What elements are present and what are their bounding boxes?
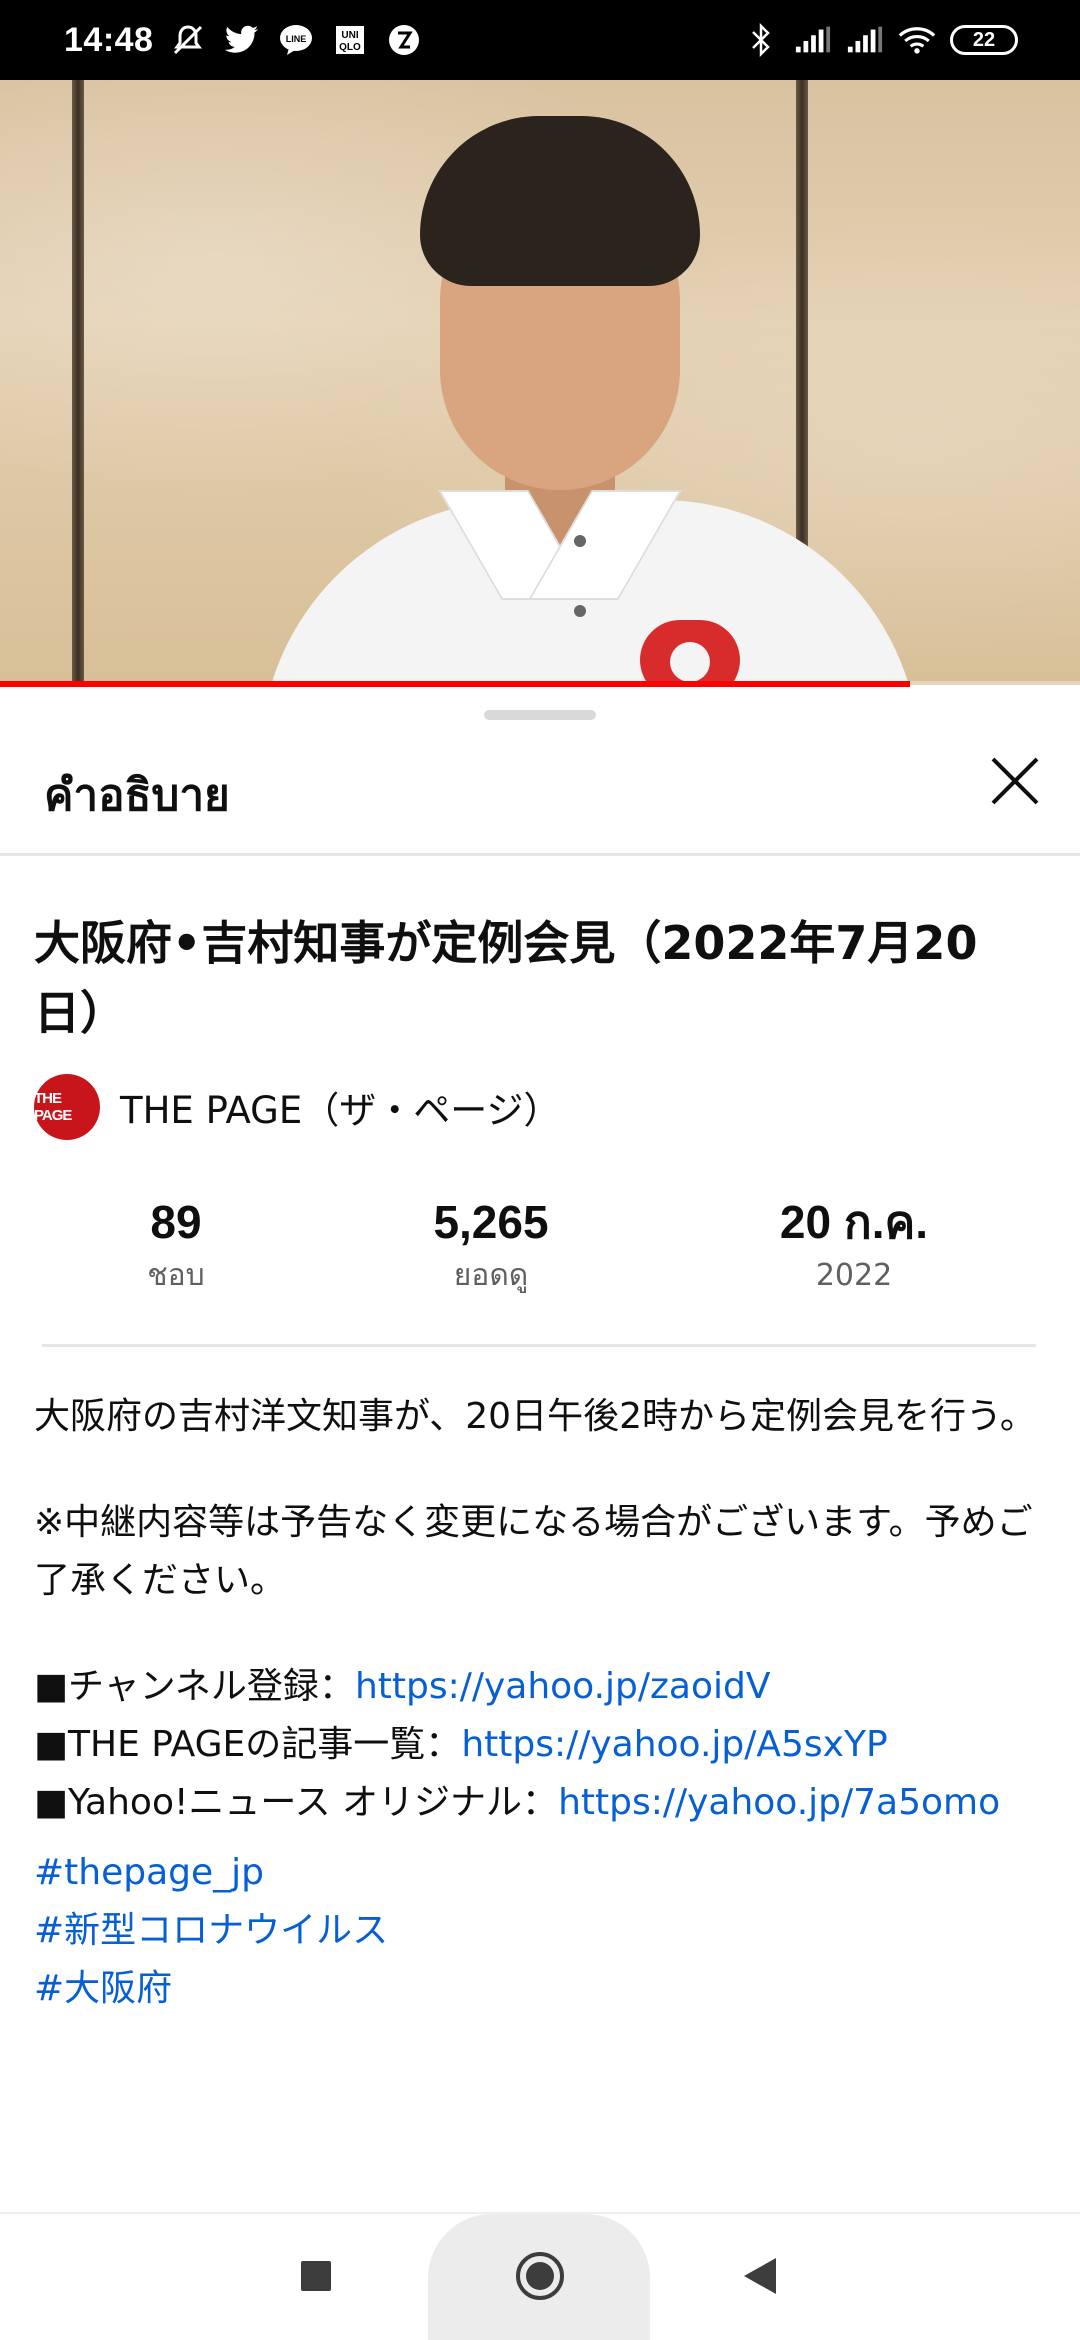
- home-icon: [514, 2250, 566, 2306]
- description-text: 大阪府の吉村洋文知事が、20日午後2時から定例会見を行う。 ※中継内容等は予告な…: [34, 1388, 1044, 2018]
- channel-logo-text: THE PAGE: [34, 1090, 72, 1124]
- status-time: 14:48: [64, 20, 154, 59]
- wifi-icon: [898, 21, 936, 59]
- twitter-icon: [223, 21, 261, 59]
- video-stats: 89 ชอบ 5,265 ยอดดู 20 ก.ค. 2022: [0, 1194, 1080, 1304]
- back-icon: [742, 2256, 778, 2300]
- hashtag-link[interactable]: #大阪府: [34, 1960, 1044, 2018]
- description-link-line: ■THE PAGEの記事一覧：https://yahoo.jp/A5sxYP: [34, 1716, 1044, 1774]
- line-icon: LINE: [277, 21, 315, 59]
- description-link[interactable]: https://yahoo.jp/7a5omo: [558, 1782, 1000, 1823]
- signal-icon: [846, 21, 884, 59]
- divider: [42, 1344, 1036, 1347]
- status-right: 22: [742, 0, 1018, 80]
- description-sheet: คำอธิบาย 大阪府•吉村知事が定例会見（2022年7月20日） THE P…: [0, 688, 1080, 2210]
- stat-views: 5,265 ยอดดู: [341, 1194, 641, 1298]
- mute-icon: [169, 21, 207, 59]
- video-progress-fill: [0, 681, 911, 687]
- video-subject-hair: [420, 116, 700, 286]
- publish-date: 20 ก.ค.: [779, 1196, 929, 1248]
- recents-button[interactable]: [256, 2214, 376, 2340]
- back-button[interactable]: [700, 2214, 820, 2340]
- background-panel-edge: [72, 80, 84, 685]
- likes-count: 89: [150, 1196, 202, 1248]
- shirt-button: [574, 535, 586, 547]
- sheet-title: คำอธิบาย: [44, 770, 230, 821]
- link-label: ■THE PAGEの記事一覧：: [34, 1724, 462, 1765]
- divider: [0, 853, 1080, 856]
- likes-label: ชอบ: [147, 1258, 205, 1293]
- bluetooth-icon: [742, 21, 780, 59]
- video-title: 大阪府•吉村知事が定例会見（2022年7月20日）: [34, 916, 978, 1040]
- signal-icon: [794, 21, 832, 59]
- description-link[interactable]: https://yahoo.jp/zaoidV: [355, 1666, 771, 1707]
- svg-text:UNI: UNI: [342, 30, 359, 41]
- status-left: 14:48 LINE UNI QLO: [64, 0, 423, 80]
- app-icon: [385, 21, 423, 59]
- svg-text:LINE: LINE: [286, 34, 307, 44]
- battery-indicator: 22: [950, 25, 1018, 55]
- shirt-button: [574, 605, 586, 617]
- views-label: ยอดดู: [453, 1258, 529, 1293]
- status-bar: 14:48 LINE UNI QLO 22: [0, 0, 1080, 80]
- pin-badge: [640, 620, 740, 685]
- close-button[interactable]: [980, 748, 1050, 818]
- drag-handle[interactable]: [484, 710, 596, 720]
- home-button[interactable]: [480, 2214, 600, 2340]
- views-count: 5,265: [433, 1196, 549, 1248]
- publish-year: 2022: [815, 1258, 893, 1293]
- stat-date: 20 ก.ค. 2022: [704, 1194, 1004, 1298]
- video-player[interactable]: [0, 80, 1080, 685]
- channel-name[interactable]: THE PAGE（ザ・ページ）: [120, 1080, 560, 1134]
- description-paragraph: ※中継内容等は予告なく変更になる場合がございます。予めご了承ください。: [34, 1502, 1033, 1601]
- stat-likes: 89 ชอบ: [26, 1194, 326, 1298]
- navigation-bar: [0, 2212, 1080, 2340]
- hashtag-link[interactable]: #新型コロナウイルス: [34, 1902, 1044, 1960]
- hashtag-link[interactable]: #thepage_jp: [34, 1844, 1044, 1902]
- close-icon: [990, 756, 1040, 810]
- uniqlo-icon: UNI QLO: [331, 21, 369, 59]
- description-link-line: ■チャンネル登録：https://yahoo.jp/zaoidV: [34, 1658, 1044, 1716]
- description-link[interactable]: https://yahoo.jp/A5sxYP: [461, 1724, 887, 1765]
- description-link-line: ■Yahoo!ニュース オリジナル：https://yahoo.jp/7a5om…: [34, 1774, 1044, 1832]
- link-label: ■チャンネル登録：: [34, 1666, 355, 1707]
- description-paragraph: 大阪府の吉村洋文知事が、20日午後2時から定例会見を行う。: [34, 1396, 1036, 1437]
- channel-row[interactable]: THE PAGE THE PAGE（ザ・ページ）: [34, 1072, 560, 1142]
- svg-text:QLO: QLO: [340, 42, 362, 53]
- link-label: ■Yahoo!ニュース オリジナル：: [34, 1782, 559, 1823]
- video-progress-bar[interactable]: [0, 681, 1080, 687]
- recents-icon: [299, 2259, 333, 2297]
- channel-avatar[interactable]: THE PAGE: [34, 1074, 100, 1140]
